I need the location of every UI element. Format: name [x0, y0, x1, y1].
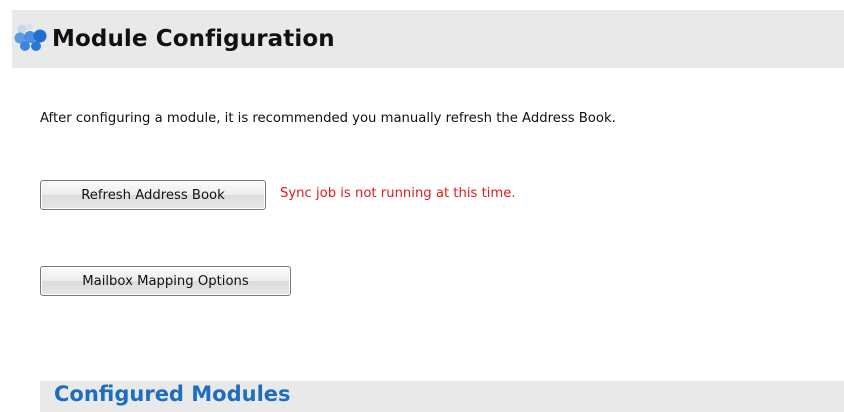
mailbox-mapping-options-button[interactable]: Mailbox Mapping Options — [40, 266, 291, 296]
page-header: Module Configuration — [12, 10, 844, 68]
configured-modules-title: Configured Modules — [54, 382, 291, 406]
intro-text: After configuring a module, it is recomm… — [40, 111, 616, 126]
refresh-address-book-button[interactable]: Refresh Address Book — [40, 180, 266, 210]
cubes-icon — [12, 10, 52, 68]
refresh-address-book-label: Refresh Address Book — [81, 187, 225, 203]
sync-status-text: Sync job is not running at this time. — [280, 186, 516, 201]
page-title: Module Configuration — [52, 26, 335, 52]
module-configuration-page: Module Configuration After configuring a… — [0, 0, 844, 412]
mailbox-mapping-options-label: Mailbox Mapping Options — [82, 273, 249, 289]
